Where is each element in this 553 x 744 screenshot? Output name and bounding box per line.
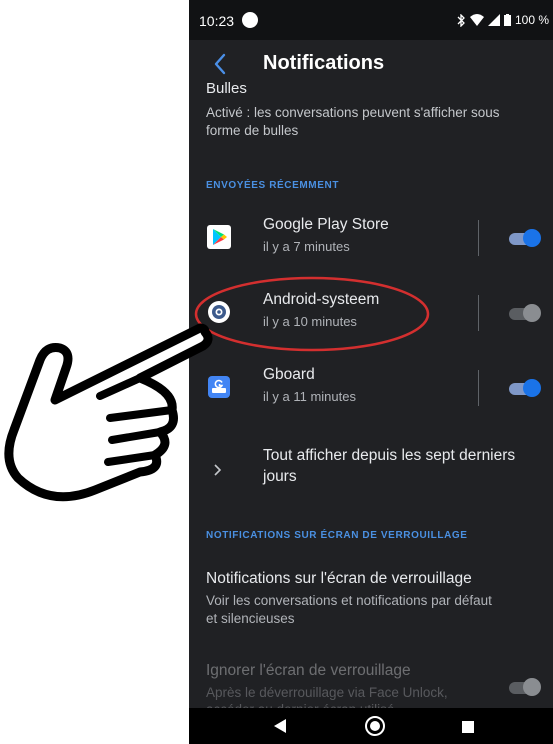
play-store-toggle[interactable] [507,229,541,247]
row-divider [478,295,479,331]
show-all-label-line2: jours [263,468,297,485]
lockscreen-section-label: NOTIFICATIONS SUR ÉCRAN DE VERROUILLAGE [206,530,468,541]
lockscreen-notifications-title[interactable]: Notifications sur l'écran de verrouillag… [206,570,472,588]
app-row-gboard[interactable]: Gboard il y a 11 minutes [189,356,553,420]
recent-section-label: ENVOYÉES RÉCEMMENT [206,180,340,191]
app-row-play-store[interactable]: Google Play Store il y a 7 minutes [189,206,553,270]
back-arrow-icon[interactable] [207,50,235,78]
bubbles-title[interactable]: Bulles [206,80,247,97]
ignore-lockscreen-toggle[interactable] [507,678,541,696]
toggle-knob [523,379,541,397]
wifi-icon [469,14,484,26]
android-system-toggle[interactable] [507,304,541,322]
battery-icon [503,14,511,26]
status-bar: 10:23 100 % [189,0,553,40]
app-time: il y a 7 minutes [263,239,350,254]
nav-back-icon[interactable] [273,718,287,734]
ignore-lockscreen-title: Ignorer l'écran de verrouillage [206,662,411,679]
nav-recents-icon[interactable] [462,721,474,733]
signal-icon [487,14,500,26]
bluetooth-icon [457,13,465,27]
app-name: Gboard [263,366,315,383]
gboard-toggle[interactable] [507,379,541,397]
show-all-recent-link[interactable]: Tout afficher depuis les sept derniers j… [189,445,553,501]
show-all-label: Tout afficher depuis les sept derniers j… [263,445,543,487]
row-divider [478,220,479,256]
app-name: Google Play Store [263,216,389,233]
ignore-lockscreen-desc-1: Après le déverrouillage via Face Unlock, [206,685,448,700]
row-divider [478,370,479,406]
show-all-label-line1: Tout afficher depuis les sept derniers [263,447,516,464]
status-time: 10:23 [199,13,235,29]
nav-home-icon[interactable] [365,716,385,736]
settings-list[interactable]: Bulles Activé : les conversations peuven… [189,80,553,717]
bubbles-description-1: Activé : les conversations peuvent s'aff… [206,105,500,120]
notification-dot-icon [242,12,258,28]
phone-screen: 10:23 100 % Notifications Bulles Activé … [189,0,553,744]
toggle-knob [523,678,541,696]
page-title: Notifications [263,52,385,74]
lockscreen-notifications-desc-2: et silencieuses [206,611,295,626]
system-nav-bar [189,708,553,744]
bubbles-description-2: forme de bulles [206,123,299,138]
highlight-ellipse [194,276,430,352]
toggle-knob [523,304,541,322]
status-icons: 100 % [457,13,549,27]
battery-percent: 100 % [514,13,549,27]
lockscreen-notifications-desc-1: Voir les conversations et notifications … [206,593,492,608]
pointing-hand-icon [4,323,213,502]
app-time: il y a 11 minutes [263,389,356,404]
play-store-icon [207,225,231,249]
toggle-knob [523,229,541,247]
